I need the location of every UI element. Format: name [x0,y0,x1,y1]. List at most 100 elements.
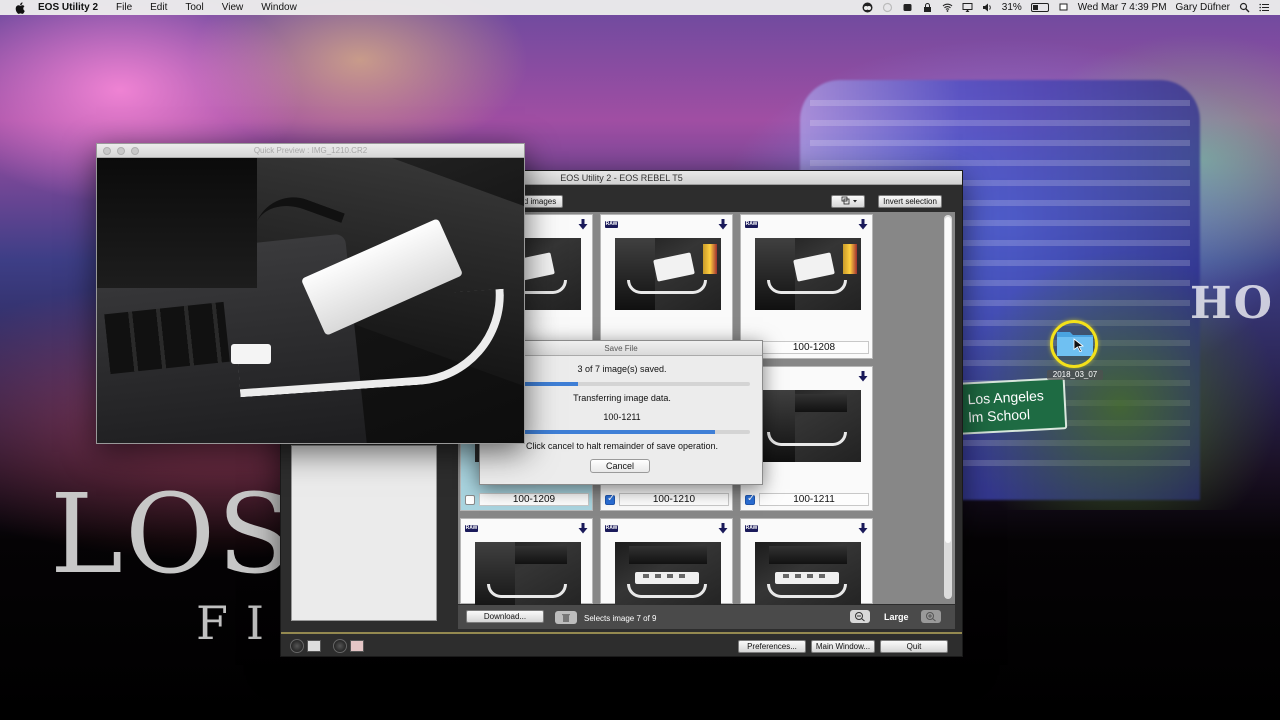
thumbnail-image[interactable] [755,390,861,462]
preview-keyboard [104,301,230,375]
sync-icon[interactable] [882,2,893,13]
cancel-button[interactable]: Cancel [590,459,650,473]
menu-bar-status-area: 31% Wed Mar 7 4:39 PM Gary Düfner [862,0,1270,15]
camera-connection-icon[interactable] [290,639,304,653]
wallpaper-hood-text: HO [1190,278,1274,329]
raw-badge: RAW [465,525,478,532]
zoom-out-icon [855,612,865,622]
photo-cable [767,432,847,446]
photo-device [653,252,695,282]
photo-cable [767,584,847,598]
thumbnail-filename: 100-1209 [479,493,589,506]
minimize-window-icon[interactable] [117,147,125,155]
preview-title-text: Quick Preview : IMG_1210.CR2 [253,146,368,155]
folder-label[interactable]: 2018_03_07 [1047,370,1103,380]
raw-badge: RAW [745,221,758,228]
photo-cable [487,584,567,598]
preferences-button[interactable]: Preferences... [738,640,806,653]
close-window-icon[interactable] [103,147,111,155]
creative-cloud-icon[interactable] [862,2,873,13]
photo-cable [627,280,707,294]
menu-file[interactable]: File [116,0,132,15]
apple-menu-icon[interactable] [12,0,28,15]
airplay-icon[interactable] [962,2,973,13]
menu-edit[interactable]: Edit [150,0,167,15]
quit-button[interactable]: Quit [880,640,948,653]
photo-hub [775,572,839,584]
camera-settings-icon[interactable] [307,640,321,652]
photo-pens [703,244,717,274]
thumbnail-image[interactable] [475,542,581,614]
thumbnail-checkbox[interactable] [465,495,475,505]
thumbnail-card[interactable]: RAW [460,518,593,614]
download-arrow-icon[interactable] [858,371,868,382]
battery-icon[interactable] [1030,3,1049,12]
volume-icon[interactable] [982,2,993,13]
scrollbar-thumb[interactable] [945,217,951,543]
raw-badge: RAW [605,221,618,228]
selection-status: Selects image 7 of 9 [584,614,657,623]
window-divider [281,632,962,634]
file-progress-fill [500,430,715,434]
zoom-window-icon[interactable] [131,147,139,155]
main-window-button[interactable]: Main Window... [811,640,875,653]
street-sign-line2: lm School [968,406,1031,426]
spotlight-search-icon[interactable] [1239,2,1250,13]
preview-laptop-screen [97,158,257,288]
lock-icon[interactable] [922,2,933,13]
preview-usb-c-plug [231,344,271,364]
trash-button[interactable] [555,611,577,624]
backup-icon[interactable] [902,2,913,13]
menu-user[interactable]: Gary Düfner [1176,0,1230,15]
remote-shooting-icon[interactable] [333,639,347,653]
download-button[interactable]: Download... [466,610,544,623]
zoom-in-button[interactable] [921,610,941,623]
wallpaper-big-text-sub: FI [196,596,283,650]
wallpaper-street-sign: Los Angeles lm School [956,377,1068,435]
wifi-icon[interactable] [942,2,953,13]
flag-icon[interactable] [1058,2,1069,13]
menu-app-name[interactable]: EOS Utility 2 [38,0,98,15]
thumbnail-card[interactable]: RAW [600,518,733,614]
wallpaper-big-text: LOS [50,470,295,598]
download-arrow-icon[interactable] [718,219,728,230]
thumbnail-checkbox[interactable] [605,493,615,505]
raw-badge: RAW [745,525,758,532]
mouse-cursor-icon [1073,338,1085,352]
download-arrow-icon[interactable] [578,219,588,230]
preview-image[interactable] [97,158,524,443]
thumbnail-card[interactable]: RAW [740,518,873,614]
thumbnail-image[interactable] [755,238,861,310]
thumbnail-card[interactable]: RAW 100-1208 [740,214,873,359]
thumbnail-scrollbar[interactable] [944,215,952,599]
download-arrow-icon[interactable] [578,523,588,534]
preview-title[interactable]: Quick Preview : IMG_1210.CR2 [97,144,524,158]
sort-dropdown-button[interactable] [831,195,865,208]
zoom-out-button[interactable] [850,610,870,623]
thumbnail-card[interactable]: RAW [600,214,733,359]
invert-selection-button[interactable]: Invert selection [878,195,942,208]
menu-bar: EOS Utility 2 File Edit Tool View Window… [0,0,1280,15]
image-viewer-icon[interactable] [350,640,364,652]
menu-tool[interactable]: Tool [185,0,203,15]
notification-center-icon[interactable] [1259,2,1270,13]
menu-clock[interactable]: Wed Mar 7 4:39 PM [1078,0,1167,15]
download-arrow-icon[interactable] [858,523,868,534]
photo-book [629,546,707,564]
photo-laptop [475,542,515,614]
thumbnail-size-label: Large [884,612,909,622]
download-arrow-icon[interactable] [858,219,868,230]
menu-view[interactable]: View [222,0,244,15]
sort-icon [841,196,857,205]
thumbnail-image[interactable] [755,542,861,614]
thumbnail-image[interactable] [615,238,721,310]
quick-preview-window: Quick Preview : IMG_1210.CR2 [96,143,525,444]
desktop-folder[interactable]: 2018_03_07 [1047,318,1103,382]
menu-window[interactable]: Window [261,0,297,15]
download-arrow-icon[interactable] [718,523,728,534]
folder-tree-panel[interactable] [291,445,437,621]
thumbnail-checkbox[interactable] [745,493,755,505]
photo-laptop [755,238,795,310]
thumbnail-image[interactable] [615,542,721,614]
thumbnail-filename: 100-1210 [619,493,729,506]
